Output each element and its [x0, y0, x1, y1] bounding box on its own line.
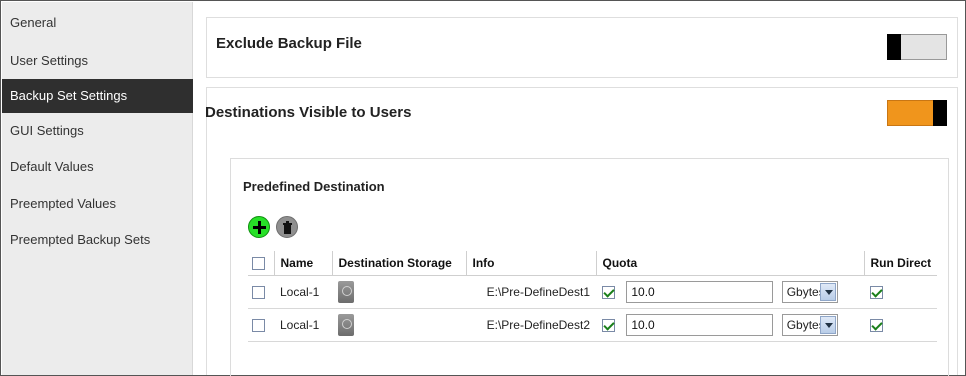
table-row: Local-1 E:\Pre-DefineDest2 Gbytes — [248, 308, 938, 342]
quota-input[interactable] — [626, 313, 774, 336]
table-header-row: Name Destination Storage Info Quota Run … — [248, 251, 938, 276]
row-quota-cell: Gbytes — [596, 275, 864, 309]
hard-drive-icon — [338, 280, 354, 303]
column-header-quota: Quota — [596, 251, 865, 276]
destination-table: Name Destination Storage Info Quota Run … — [248, 251, 938, 342]
sidebar-item-gui-settings[interactable]: GUI Settings — [2, 114, 193, 148]
hard-drive-icon — [338, 313, 354, 336]
column-header-run-direct: Run Direct — [864, 251, 938, 276]
trash-icon — [283, 221, 292, 234]
quota-input[interactable] — [626, 280, 774, 303]
exclude-backup-title: Exclude Backup File — [216, 35, 362, 52]
column-header-name: Name — [274, 251, 333, 276]
row-select-cell — [248, 275, 274, 309]
chevron-down-icon — [819, 282, 836, 301]
plus-circle-icon — [253, 221, 266, 234]
row-run-direct-cell — [864, 275, 938, 309]
quota-enabled-checkbox[interactable] — [602, 285, 615, 299]
row-select-checkbox[interactable] — [252, 318, 265, 332]
sidebar-item-preempted-backup-sets[interactable]: Preempted Backup Sets — [2, 223, 193, 257]
table-row: Local-1 E:\Pre-DefineDest1 Gbytes — [248, 275, 938, 309]
row-storage-cell — [332, 308, 466, 342]
row-run-direct-cell — [864, 308, 938, 342]
destinations-title: Destinations Visible to Users — [205, 104, 412, 121]
row-storage-cell — [332, 275, 466, 309]
settings-window: General User Settings Backup Set Setting… — [0, 0, 966, 376]
destinations-panel: Destinations Visible to Users Predefined… — [205, 87, 958, 376]
select-all-checkbox[interactable] — [252, 256, 265, 270]
run-direct-checkbox[interactable] — [870, 285, 883, 299]
chevron-down-icon — [819, 315, 836, 334]
unit-select[interactable]: Gbytes — [781, 313, 838, 336]
row-info: E:\Pre-DefineDest1 — [466, 275, 596, 309]
destinations-toggle[interactable] — [887, 100, 947, 126]
column-header-info: Info — [466, 251, 597, 276]
sidebar-item-backup-set-settings[interactable]: Backup Set Settings — [2, 79, 193, 113]
row-info: E:\Pre-DefineDest2 — [466, 308, 596, 342]
run-direct-checkbox[interactable] — [870, 318, 883, 332]
toggle-knob — [887, 34, 901, 60]
exclude-backup-toggle[interactable] — [887, 34, 947, 60]
sidebar-item-general[interactable]: General — [2, 6, 193, 40]
select-all-header — [248, 251, 275, 276]
row-quota-cell: Gbytes — [596, 308, 864, 342]
row-name: Local-1 — [274, 275, 332, 309]
predefined-destination-box: Predefined Destination Name Destination … — [230, 158, 949, 376]
sidebar: General User Settings Backup Set Setting… — [2, 2, 193, 375]
row-name: Local-1 — [274, 308, 332, 342]
quota-enabled-checkbox[interactable] — [602, 318, 615, 332]
sidebar-item-default-values[interactable]: Default Values — [2, 150, 193, 184]
toggle-knob — [933, 100, 947, 126]
sidebar-item-preempted-values[interactable]: Preempted Values — [2, 187, 193, 221]
row-select-cell — [248, 308, 274, 342]
exclude-backup-panel: Exclude Backup File — [206, 17, 958, 78]
delete-destination-button[interactable] — [276, 216, 298, 238]
predefined-destination-title: Predefined Destination — [243, 179, 385, 194]
add-destination-button[interactable] — [248, 216, 270, 238]
unit-select[interactable]: Gbytes — [781, 280, 838, 303]
column-header-destination-storage: Destination Storage — [332, 251, 467, 276]
sidebar-item-user-settings[interactable]: User Settings — [2, 44, 193, 78]
row-select-checkbox[interactable] — [252, 285, 265, 299]
